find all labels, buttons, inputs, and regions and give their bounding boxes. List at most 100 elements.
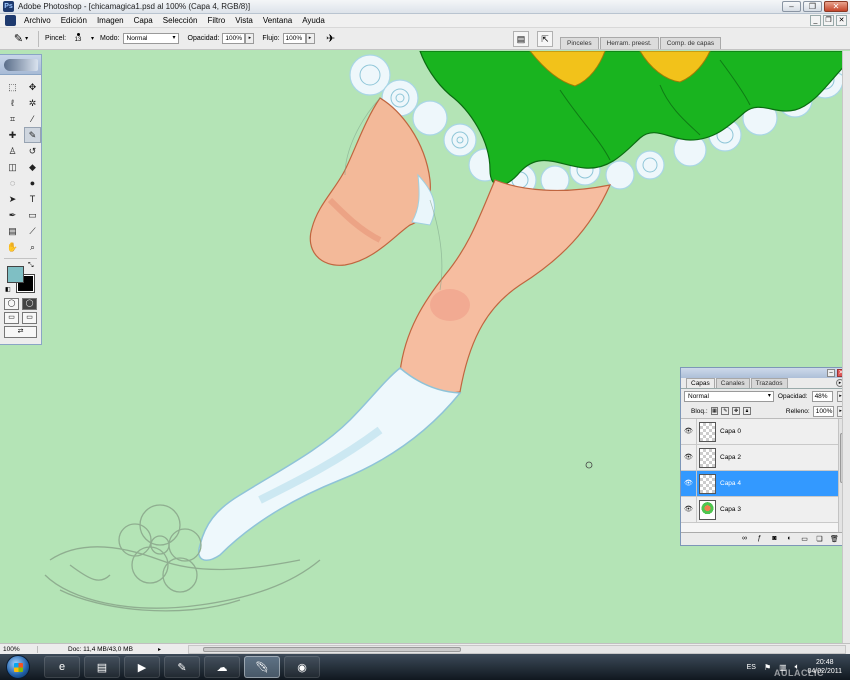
default-colors-icon[interactable]: ◧ xyxy=(5,286,11,293)
tab-composiciones-de-capas[interactable]: Comp. de capas xyxy=(659,37,722,49)
notifications-icon[interactable]: ⚑ xyxy=(764,663,771,672)
lasso-tool-icon[interactable]: ℓ xyxy=(4,95,21,111)
path-selection-tool-icon[interactable]: ➤ xyxy=(4,191,21,207)
link-layers-icon[interactable]: ∞ xyxy=(740,535,749,542)
layers-palette-titlebar[interactable]: – ✕ xyxy=(681,368,847,378)
media-player-icon[interactable]: ▶ xyxy=(124,656,160,678)
chrome-icon[interactable]: ◉ xyxy=(284,656,320,678)
chevron-down-icon[interactable]: ▾ xyxy=(91,35,94,42)
healing-brush-tool-icon[interactable]: ✚ xyxy=(4,127,21,143)
scrollbar-thumb[interactable] xyxy=(203,647,461,652)
paint-app-icon[interactable]: ✎ xyxy=(164,656,200,678)
opacity-slider-button[interactable]: ▸ xyxy=(245,33,255,44)
standard-mode-button[interactable]: ◯ xyxy=(4,298,19,310)
jump-to-imageready-button[interactable]: ⇄ xyxy=(4,326,37,338)
layer-row-capa-2[interactable]: 👁︎ Capa 2 xyxy=(681,444,847,471)
photoshop-taskbar-icon[interactable]: 🪶︎ xyxy=(244,656,280,678)
magic-wand-tool-icon[interactable]: ✲ xyxy=(24,95,41,111)
dodge-tool-icon[interactable]: ● xyxy=(24,175,41,191)
clone-stamp-tool-icon[interactable]: ♙ xyxy=(4,143,21,159)
zoom-level[interactable]: 100% xyxy=(0,645,38,653)
blend-mode-select[interactable]: Normal ▾ xyxy=(684,391,774,402)
menu-vista[interactable]: Vista xyxy=(230,16,258,25)
tab-trazados[interactable]: Trazados xyxy=(750,378,788,388)
vertical-scrollbar[interactable] xyxy=(842,51,850,643)
start-button[interactable] xyxy=(6,655,30,679)
doc-minimize-button[interactable]: _ xyxy=(810,15,821,26)
language-indicator[interactable]: ES xyxy=(747,664,756,671)
doc-restore-button[interactable]: ❐ xyxy=(823,15,834,26)
maximize-button[interactable]: ❐ xyxy=(803,1,822,12)
layer-row-capa-4[interactable]: 👁︎ Capa 4 xyxy=(681,470,847,497)
swap-colors-icon[interactable]: ⤡ xyxy=(28,262,34,270)
screen-mode-full-button[interactable]: ▭ xyxy=(22,312,37,324)
shape-tool-icon[interactable]: ▭ xyxy=(24,207,41,223)
status-menu-arrow-icon[interactable]: ▸ xyxy=(158,646,167,653)
tool-preset-picker[interactable]: ✎ ▾ xyxy=(8,30,34,48)
slice-tool-icon[interactable]: ⁄ xyxy=(24,111,41,127)
opacity-input[interactable]: 100% xyxy=(222,33,246,44)
brush-tool-icon[interactable]: ✎ xyxy=(24,127,41,143)
tab-canales[interactable]: Canales xyxy=(715,378,750,388)
tab-herramientas-preestablecidas[interactable]: Herram. preest. xyxy=(599,37,659,49)
screen-mode-standard-button[interactable]: ▭ xyxy=(4,312,19,324)
notes-tool-icon[interactable]: ▤ xyxy=(4,223,21,239)
eraser-tool-icon[interactable]: ◫ xyxy=(4,159,21,175)
minimize-button[interactable]: – xyxy=(782,1,801,12)
lock-position-icon[interactable]: ✥ xyxy=(732,407,741,415)
crop-tool-icon[interactable]: ⌗ xyxy=(4,111,21,127)
document-icon[interactable] xyxy=(5,15,16,26)
network-app-icon[interactable]: ☁ xyxy=(204,656,240,678)
internet-explorer-icon[interactable]: e xyxy=(44,656,80,678)
flow-input[interactable]: 100% xyxy=(282,33,306,44)
brush-picker[interactable]: 13 xyxy=(69,30,87,48)
mode-select[interactable]: Normal ▾ xyxy=(122,33,179,44)
blur-tool-icon[interactable]: ◌ xyxy=(4,175,21,191)
pen-tool-icon[interactable]: ✒ xyxy=(4,207,21,223)
close-button[interactable]: ✕ xyxy=(824,1,848,12)
file-explorer-icon[interactable]: ▤ xyxy=(84,656,120,678)
hand-tool-icon[interactable]: ✋ xyxy=(4,239,21,255)
visibility-eye-icon[interactable]: 👁︎ xyxy=(681,444,697,471)
layer-mask-icon[interactable]: ◙ xyxy=(770,535,779,542)
quick-mask-button[interactable]: ◯ xyxy=(22,298,37,310)
new-layer-icon[interactable]: ❏ xyxy=(815,535,824,543)
history-brush-tool-icon[interactable]: ↺ xyxy=(24,143,41,159)
file-browser-icon[interactable]: ▤ xyxy=(513,31,529,47)
menu-edicion[interactable]: Edición xyxy=(56,16,92,25)
marquee-tool-icon[interactable]: ⬚ xyxy=(4,79,21,95)
menu-ventana[interactable]: Ventana xyxy=(258,16,297,25)
horizontal-scrollbar[interactable] xyxy=(188,645,846,654)
visibility-eye-icon[interactable]: 👁︎ xyxy=(681,470,697,497)
foreground-color-swatch[interactable] xyxy=(7,266,24,283)
lock-pixels-icon[interactable]: ✎ xyxy=(721,407,730,415)
visibility-eye-icon[interactable]: 👁︎ xyxy=(681,496,697,523)
menu-ayuda[interactable]: Ayuda xyxy=(297,16,330,25)
menu-seleccion[interactable]: Selección xyxy=(158,16,203,25)
menu-filtro[interactable]: Filtro xyxy=(202,16,230,25)
menu-imagen[interactable]: Imagen xyxy=(92,16,129,25)
lock-transparency-icon[interactable]: ▦ xyxy=(710,407,719,415)
palette-minimize-button[interactable]: – xyxy=(827,369,835,377)
layer-row-capa-0[interactable]: 👁︎ Capa 0 xyxy=(681,419,847,445)
adjustment-layer-icon[interactable]: ◐ xyxy=(785,535,794,542)
flow-slider-button[interactable]: ▸ xyxy=(305,33,315,44)
layer-opacity-input[interactable]: 48% xyxy=(811,391,834,402)
move-tool-icon[interactable]: ✥ xyxy=(24,79,41,95)
paint-bucket-tool-icon[interactable]: ◆ xyxy=(24,159,41,175)
document-canvas[interactable] xyxy=(0,51,850,641)
tab-capas[interactable]: Capas xyxy=(686,378,715,388)
layer-style-icon[interactable]: ƒ xyxy=(755,535,764,542)
toolbox-header[interactable] xyxy=(0,55,41,75)
lock-all-icon[interactable]: 🔒︎ xyxy=(743,407,751,415)
tab-pinceles[interactable]: Pinceles xyxy=(560,37,599,49)
zoom-tool-icon[interactable]: ⌕ xyxy=(24,239,41,255)
new-group-icon[interactable]: ▭ xyxy=(800,535,809,543)
doc-close-button[interactable]: ✕ xyxy=(836,15,847,26)
visibility-eye-icon[interactable]: 👁︎ xyxy=(681,419,697,445)
delete-layer-icon[interactable]: 🗑︎ xyxy=(830,535,839,543)
fill-input[interactable]: 100% xyxy=(812,405,835,417)
layer-row-capa-3[interactable]: 👁︎ Capa 3 xyxy=(681,496,847,523)
image-ready-icon[interactable]: ⇱ xyxy=(537,31,553,47)
eyedropper-tool-icon[interactable]: ⟋ xyxy=(24,223,41,239)
